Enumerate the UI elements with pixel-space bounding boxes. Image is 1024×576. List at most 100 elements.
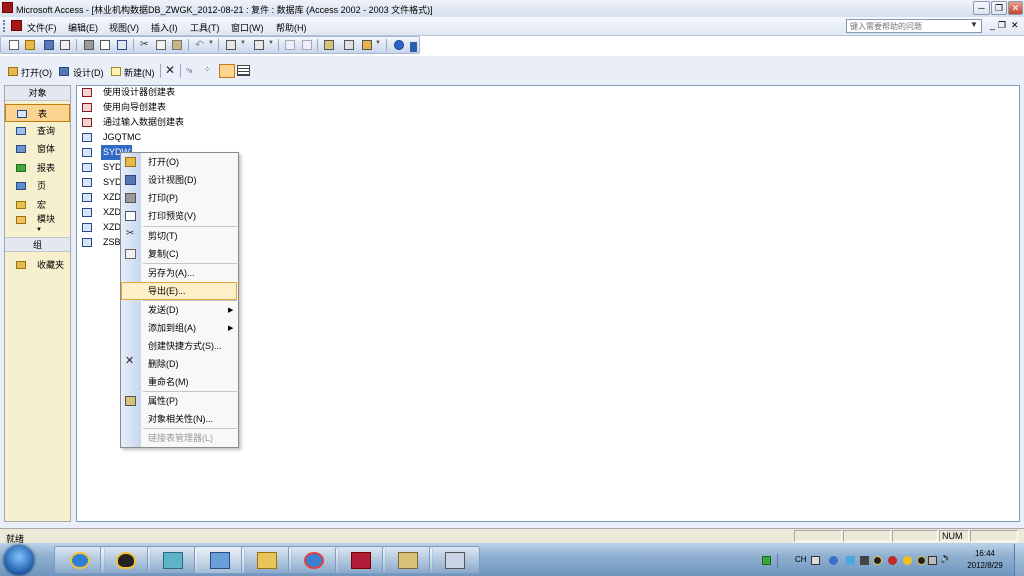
- ctx-properties[interactable]: 属性(P): [141, 392, 237, 410]
- mdi-minimize-button[interactable]: _: [990, 20, 995, 30]
- taskbar-explorer-button[interactable]: [241, 546, 292, 574]
- ctx-add-to-group[interactable]: 添加到组(A): [141, 319, 237, 337]
- tray-app-icon[interactable]: [860, 556, 869, 565]
- objects-item-macros[interactable]: 宏: [5, 196, 70, 214]
- ctx-print[interactable]: 打印(P): [141, 189, 237, 207]
- battery-icon[interactable]: [762, 556, 771, 565]
- undo-dropdown-icon[interactable]: ▼: [208, 40, 214, 46]
- close-button[interactable]: ✕: [1008, 1, 1023, 15]
- analyze-icon[interactable]: [254, 40, 264, 50]
- menu-window[interactable]: 窗口(W): [231, 21, 264, 34]
- open-button[interactable]: 打开(O): [21, 66, 52, 79]
- undo-icon[interactable]: ↶: [195, 38, 204, 51]
- keyboard-icon[interactable]: [811, 556, 820, 565]
- ctx-open[interactable]: 打开(O): [141, 153, 237, 171]
- show-desktop-button[interactable]: [1014, 544, 1024, 576]
- num-lock-indicator: NUM: [939, 530, 969, 542]
- ctx-object-dependencies[interactable]: 对象相关性(N)...: [141, 410, 237, 428]
- tray-app-icon[interactable]: [903, 556, 912, 565]
- mdi-restore-button[interactable]: ❐: [998, 20, 1006, 31]
- ctx-print-preview[interactable]: 打印预览(V): [141, 207, 237, 225]
- tray-app-icon[interactable]: [888, 556, 897, 565]
- objects-item-favorites[interactable]: 收藏夹: [5, 256, 70, 274]
- spelling-icon[interactable]: [117, 40, 127, 50]
- new-button[interactable]: 新建(N): [124, 66, 155, 79]
- access-app-icon[interactable]: [2, 2, 13, 13]
- ctx-cut[interactable]: 剪切(T): [141, 227, 237, 245]
- toolbar-options-icon[interactable]: [410, 42, 417, 52]
- minimize-button[interactable]: ─: [973, 1, 990, 15]
- ctx-create-shortcut[interactable]: 创建快捷方式(S)...: [141, 337, 237, 355]
- paste-icon[interactable]: [172, 40, 182, 50]
- taskbar-qq-button[interactable]: [100, 546, 151, 574]
- menu-view[interactable]: 视图(V): [109, 21, 139, 34]
- menu-edit[interactable]: 编辑(E): [68, 21, 98, 34]
- menu-tools[interactable]: 工具(T): [190, 21, 220, 34]
- open-folder-icon[interactable]: [25, 40, 35, 50]
- clock[interactable]: 16:44 2012/8/29: [960, 548, 1010, 572]
- objects-item-reports[interactable]: 报表: [5, 159, 70, 177]
- print-icon[interactable]: [84, 40, 94, 50]
- network-tray-icon[interactable]: [928, 556, 937, 565]
- new-icon[interactable]: [9, 40, 19, 50]
- taskbar-tools-button[interactable]: [382, 546, 433, 574]
- qq-tray-icon[interactable]: [917, 556, 926, 565]
- objects-header[interactable]: 对象: [5, 86, 70, 101]
- db-window-icon[interactable]: [11, 20, 22, 31]
- volume-icon[interactable]: 🔈: [940, 553, 952, 564]
- help-search-input[interactable]: [846, 19, 982, 33]
- copy-icon[interactable]: [156, 40, 166, 50]
- ctx-send-to[interactable]: 发送(D): [141, 301, 237, 319]
- office-links-icon[interactable]: [226, 40, 236, 50]
- objects-item-tables[interactable]: 表: [5, 104, 70, 122]
- groups-header[interactable]: 组: [5, 237, 70, 252]
- qq-tray-icon[interactable]: [873, 556, 882, 565]
- menu-insert[interactable]: 插入(I): [151, 21, 178, 34]
- mdi-close-button[interactable]: ✕: [1011, 20, 1019, 31]
- taskbar-browser-button[interactable]: [288, 546, 339, 574]
- objects-item-modules[interactable]: 模块: [5, 214, 70, 226]
- objects-item-forms[interactable]: 窗体: [5, 140, 70, 158]
- analyze-dropdown-icon[interactable]: ▼: [268, 40, 274, 46]
- objects-item-queries[interactable]: 查询: [5, 122, 70, 140]
- code-icon[interactable]: [285, 40, 295, 50]
- details-view-icon[interactable]: [237, 65, 250, 76]
- menu-help[interactable]: 帮助(H): [276, 21, 307, 34]
- relationships-icon[interactable]: [344, 40, 354, 50]
- ctx-design-view[interactable]: 设计视图(D): [141, 171, 237, 189]
- taskbar-network-button[interactable]: [194, 546, 245, 574]
- objects-more-icon[interactable]: ▼: [36, 227, 42, 233]
- script-editor-icon[interactable]: [302, 40, 312, 50]
- small-icons-icon[interactable]: ⁘: [204, 65, 211, 74]
- new-object-icon[interactable]: [362, 40, 372, 50]
- print-preview-icon[interactable]: [100, 40, 110, 50]
- objects-item-pages[interactable]: 页: [5, 177, 70, 195]
- help-icon[interactable]: [394, 40, 404, 50]
- taskbar-ie-button[interactable]: [54, 546, 105, 574]
- ctx-rename[interactable]: 重命名(M): [141, 373, 237, 391]
- save-icon[interactable]: [44, 40, 54, 50]
- list-view-icon[interactable]: [219, 64, 235, 78]
- large-icons-icon[interactable]: ▫ₐ: [186, 65, 192, 74]
- start-button[interactable]: [4, 545, 34, 575]
- menu-file[interactable]: 文件(F): [27, 21, 57, 34]
- cut-icon[interactable]: ✂: [140, 39, 148, 50]
- taskbar-app-button[interactable]: [429, 546, 480, 574]
- help-dropdown-icon[interactable]: ▼: [970, 20, 978, 29]
- taskbar-access-button[interactable]: [335, 546, 386, 574]
- ime-indicator[interactable]: CH: [795, 555, 807, 564]
- properties-icon[interactable]: [324, 40, 334, 50]
- delete-icon[interactable]: ✕: [165, 63, 175, 77]
- ctx-save-as[interactable]: 另存为(A)...: [141, 264, 237, 282]
- design-button[interactable]: 设计(D): [73, 66, 104, 79]
- tray-app-icon[interactable]: [829, 556, 838, 565]
- tray-app-icon[interactable]: [846, 556, 855, 565]
- ctx-copy[interactable]: 复制(C): [141, 245, 237, 263]
- new-object-dropdown-icon[interactable]: ▼: [375, 40, 381, 46]
- office-links-dropdown-icon[interactable]: ▼: [240, 40, 246, 46]
- ctx-export[interactable]: 导出(E)...: [141, 282, 237, 300]
- ctx-delete[interactable]: 删除(D): [141, 355, 237, 373]
- restore-button[interactable]: ❐: [991, 1, 1007, 15]
- file-search-icon[interactable]: [60, 40, 70, 50]
- taskbar-notepad-button[interactable]: [147, 546, 198, 574]
